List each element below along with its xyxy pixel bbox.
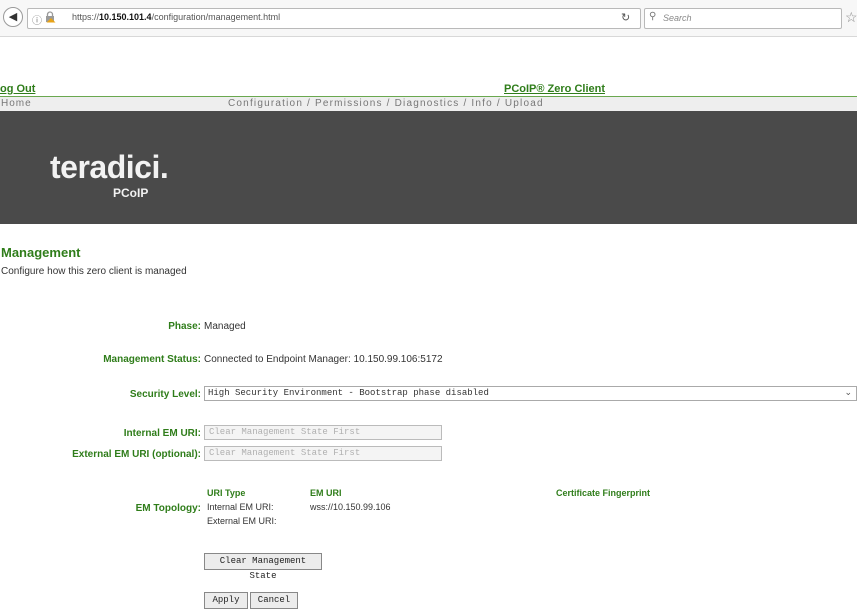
phase-label: Phase: (168, 321, 201, 332)
reload-icon[interactable]: ↻ (621, 11, 630, 24)
apply-button[interactable]: Apply (204, 592, 248, 609)
nav-menu-links[interactable]: Configuration / Permissions / Diagnostic… (228, 98, 544, 109)
external-em-uri-placeholder: Clear Management State First (209, 448, 361, 458)
info-icon[interactable]: ⓘ (32, 12, 42, 27)
pcoip-logo-text: PCoIP (113, 186, 149, 200)
insecure-lock-icon[interactable] (45, 11, 56, 23)
phase-value: Managed (204, 321, 246, 332)
search-icon: ⚲ (649, 11, 657, 22)
external-em-uri-input[interactable]: Clear Management State First (204, 446, 442, 461)
page-subtitle: Configure how this zero client is manage… (1, 266, 187, 277)
url-text: https://10.150.101.4/configuration/manag… (72, 12, 281, 22)
topology-row-internal-uri: wss://10.150.99.106 (310, 502, 391, 512)
topology-row-external-type: External EM URI: (207, 516, 277, 526)
clear-management-state-button[interactable]: Clear Management State (204, 553, 322, 581)
address-bar[interactable]: ⓘ https://10.150.101.4/configuration/man… (27, 8, 641, 29)
topology-header-fingerprint: Certificate Fingerprint (556, 488, 651, 498)
security-level-value: High Security Environment - Bootstrap ph… (208, 388, 489, 398)
nav-bar: Home Configuration / Permissions / Diagn… (0, 97, 857, 111)
security-level-select[interactable]: High Security Environment - Bootstrap ph… (204, 386, 857, 401)
external-em-uri-label: External EM URI (optional): (72, 449, 201, 460)
page-title: Management (1, 245, 81, 260)
security-level-label: Security Level: (129, 389, 201, 400)
management-status-label: Management Status: (103, 354, 201, 365)
search-bar[interactable]: ⚲ Search (644, 8, 842, 29)
teradici-logo: teradici. (50, 149, 169, 185)
product-title-link[interactable]: PCoIP® Zero Client (504, 83, 605, 95)
search-placeholder: Search (663, 13, 692, 23)
em-topology-label: EM Topology: (135, 503, 201, 514)
nav-home-link[interactable]: Home (1, 98, 32, 109)
internal-em-uri-placeholder: Clear Management State First (209, 427, 361, 437)
internal-em-uri-label: Internal EM URI: (123, 428, 201, 439)
topology-row-internal-type: Internal EM URI: (207, 502, 274, 512)
browser-toolbar: ◀ ⓘ https://10.150.101.4/configuration/m… (0, 0, 857, 37)
chevron-down-icon: ⌄ (844, 387, 852, 397)
topology-header-uri-type: URI Type (207, 488, 246, 498)
bookmark-star-icon[interactable]: ☆ (845, 9, 857, 26)
topology-header-em-uri: EM URI (310, 488, 342, 498)
management-status-value: Connected to Endpoint Manager: 10.150.99… (204, 354, 443, 365)
back-arrow-icon[interactable]: ◀ (3, 7, 23, 27)
logout-link[interactable]: og Out (0, 83, 35, 95)
teradici-banner: teradici. PCoIP (0, 111, 857, 224)
cancel-button[interactable]: Cancel (250, 592, 298, 609)
internal-em-uri-input[interactable]: Clear Management State First (204, 425, 442, 440)
